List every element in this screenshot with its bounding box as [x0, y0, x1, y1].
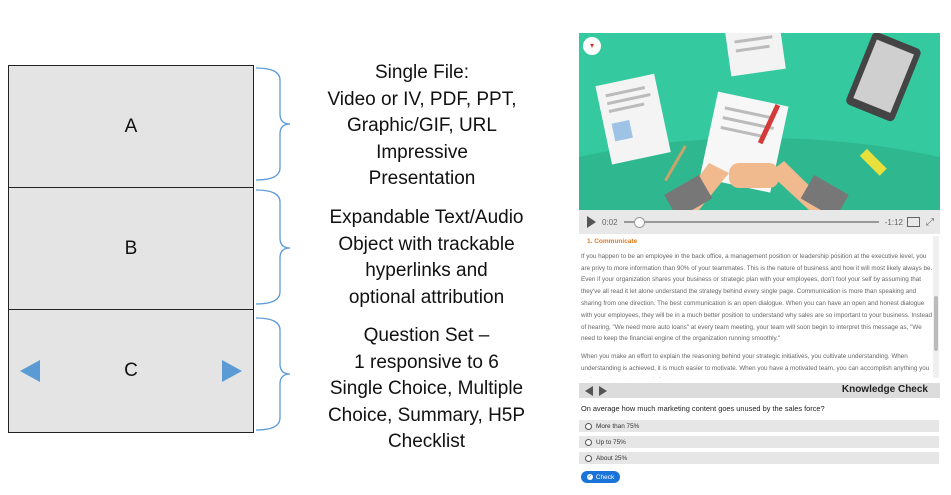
region-b-box: B	[8, 187, 254, 310]
previous-question-icon[interactable]	[585, 386, 593, 396]
description-c-line: 1 responsive to 6	[354, 351, 499, 373]
radio-icon[interactable]	[585, 438, 592, 446]
description-c-line: Question Set –	[363, 325, 490, 346]
play-icon[interactable]	[587, 216, 596, 228]
braces	[255, 67, 291, 431]
answer-option-label: About 25%	[596, 454, 628, 462]
video-controls: 0:02 -1:12 ⤢	[579, 210, 940, 234]
description-a-line: Single File:	[375, 62, 469, 83]
knowledge-check-header: Knowledge Check	[579, 383, 940, 398]
fullscreen-icon[interactable]: ⤢	[926, 217, 934, 228]
desk-illustration	[579, 33, 940, 210]
region-c-label: C	[124, 360, 138, 381]
current-time: 0:02	[602, 217, 618, 227]
knowledge-check-title: Knowledge Check	[841, 384, 928, 395]
paragraph: If you happen to be an employee in the b…	[581, 252, 933, 343]
region-b-label: B	[124, 237, 138, 259]
video-illustration[interactable]: ▾	[579, 33, 940, 210]
answer-option[interactable]: More than 75%	[579, 420, 939, 432]
brace-b	[255, 189, 291, 305]
check-button-label: Check	[595, 473, 615, 481]
remaining-time: -1:12	[884, 217, 903, 227]
radio-icon[interactable]	[585, 422, 592, 430]
description-c-line: Single Choice, Multiple	[329, 378, 524, 399]
description-b-line: Expandable Text/Audio	[329, 207, 524, 228]
text-scrollbar[interactable]	[933, 236, 939, 378]
checkmark-icon: ✓	[586, 474, 593, 480]
region-c-box: C	[8, 309, 254, 433]
radio-icon[interactable]	[585, 454, 592, 462]
answer-option-label: Up to 75%	[596, 438, 626, 446]
description-c-line: Choice, Summary, H5P	[327, 404, 526, 426]
previous-arrow-icon	[20, 360, 40, 382]
seek-knob[interactable]	[633, 217, 645, 228]
region-a-label: A	[124, 115, 138, 137]
paragraph: When you make an effort to explain the r…	[581, 353, 930, 378]
expandable-text-panel: 1. Communicate If you happen to be an em…	[579, 236, 933, 378]
description-b-line: optional attribution	[348, 286, 505, 308]
captions-icon[interactable]	[907, 217, 920, 227]
answer-option[interactable]: Up to 75%	[579, 436, 939, 448]
check-button[interactable]: ✓ Check	[581, 471, 620, 483]
section-title: 1. Communicate	[587, 238, 638, 245]
description-b-line: hyperlinks and	[365, 260, 488, 281]
description-a-line: Presentation	[368, 168, 476, 189]
scrollbar-thumb[interactable]	[934, 296, 938, 351]
description-a-line: Impressive	[376, 141, 468, 163]
brace-a	[255, 67, 291, 181]
answer-option[interactable]: About 25%	[579, 452, 939, 464]
description-c: Question Set – 1 responsive to 6 Single …	[314, 323, 539, 456]
description-a-line: Video or IV, PDF, PPT,	[327, 88, 517, 110]
next-question-icon[interactable]	[599, 386, 607, 396]
region-a-box: A	[8, 65, 254, 188]
brace-c	[255, 317, 291, 431]
description-a: Single File: Video or IV, PDF, PPT, Grap…	[314, 60, 530, 193]
menu-toggle-icon[interactable]: ▾	[583, 37, 601, 55]
description-a-line: Graphic/GIF, URL	[347, 115, 497, 136]
seek-bar[interactable]	[623, 217, 879, 228]
description-c-line: Checklist	[387, 431, 466, 452]
description-b: Expandable Text/Audio Object with tracka…	[314, 205, 539, 311]
description-b-line: Object with trackable	[338, 233, 515, 255]
answer-option-label: More than 75%	[596, 422, 640, 430]
next-arrow-icon	[222, 360, 242, 382]
question-text: On average how much marketing content go…	[581, 404, 825, 413]
